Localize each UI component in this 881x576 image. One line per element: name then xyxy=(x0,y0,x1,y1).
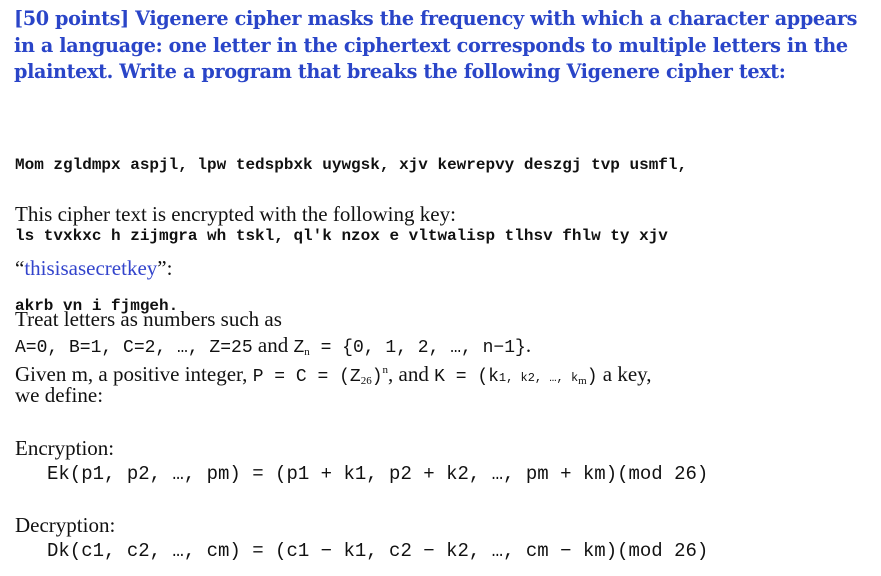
decryption-formula: Dk(c1, c2, …, cm) = (c1 − k1, c2 − k2, …… xyxy=(47,540,709,562)
zn-set: = {0, 1, 2, …, n−1} xyxy=(309,338,526,358)
heading-line: plaintext. Write a program that breaks t… xyxy=(14,60,786,83)
definition-line-3: Given m, a positive integer, P = C = (Z2… xyxy=(15,359,652,393)
encryption-label: Encryption: xyxy=(15,436,115,460)
a-key-text: a key, xyxy=(597,362,652,386)
paren-close: ) xyxy=(586,367,598,387)
key-def: K = (k xyxy=(434,367,499,387)
key-line: “thisisasecretkey”: xyxy=(15,257,172,280)
pc-def: P = C = (Z xyxy=(252,367,361,387)
ciphertext-line: Mom zgldmpx aspjl, lpw tedspbxk uywgsk, … xyxy=(15,156,688,174)
letter-mapping: A=0, B=1, C=2, …, Z=25 xyxy=(15,338,253,358)
decryption-label: Decryption: xyxy=(15,513,116,537)
subscript-m: m xyxy=(578,375,587,387)
key-value: thisisasecretkey xyxy=(24,256,158,280)
and-text: and xyxy=(252,333,294,357)
definition-line-1: Treat letters as numbers such as xyxy=(15,307,282,331)
paren-close: ) xyxy=(371,367,383,387)
definition-line-4: we define: xyxy=(15,383,104,407)
key-intro: This cipher text is encrypted with the f… xyxy=(15,202,456,226)
key-def-part: 2, …, k xyxy=(527,371,579,385)
problem-heading: [50 points] Vigenere cipher masks the fr… xyxy=(14,6,874,86)
zn-symbol: Z xyxy=(293,338,305,358)
encryption-formula: Ek(p1, p2, …, pm) = (p1 + k1, p2 + k2, …… xyxy=(47,463,709,485)
subscript-26: 26 xyxy=(360,375,372,387)
open-quote: “ xyxy=(15,256,25,280)
key-def-part: 1, k xyxy=(498,371,528,385)
period: . xyxy=(525,333,532,357)
heading-line: [50 points] Vigenere cipher masks the fr… xyxy=(14,7,858,30)
ciphertext-line: ls tvxkxc h zijmgra wh tskl, ql'k nzox e… xyxy=(15,226,668,245)
and-text: , and xyxy=(388,362,435,386)
heading-line: in a language: one letter in the ciphert… xyxy=(14,33,848,57)
close-quote: ”: xyxy=(157,256,173,280)
